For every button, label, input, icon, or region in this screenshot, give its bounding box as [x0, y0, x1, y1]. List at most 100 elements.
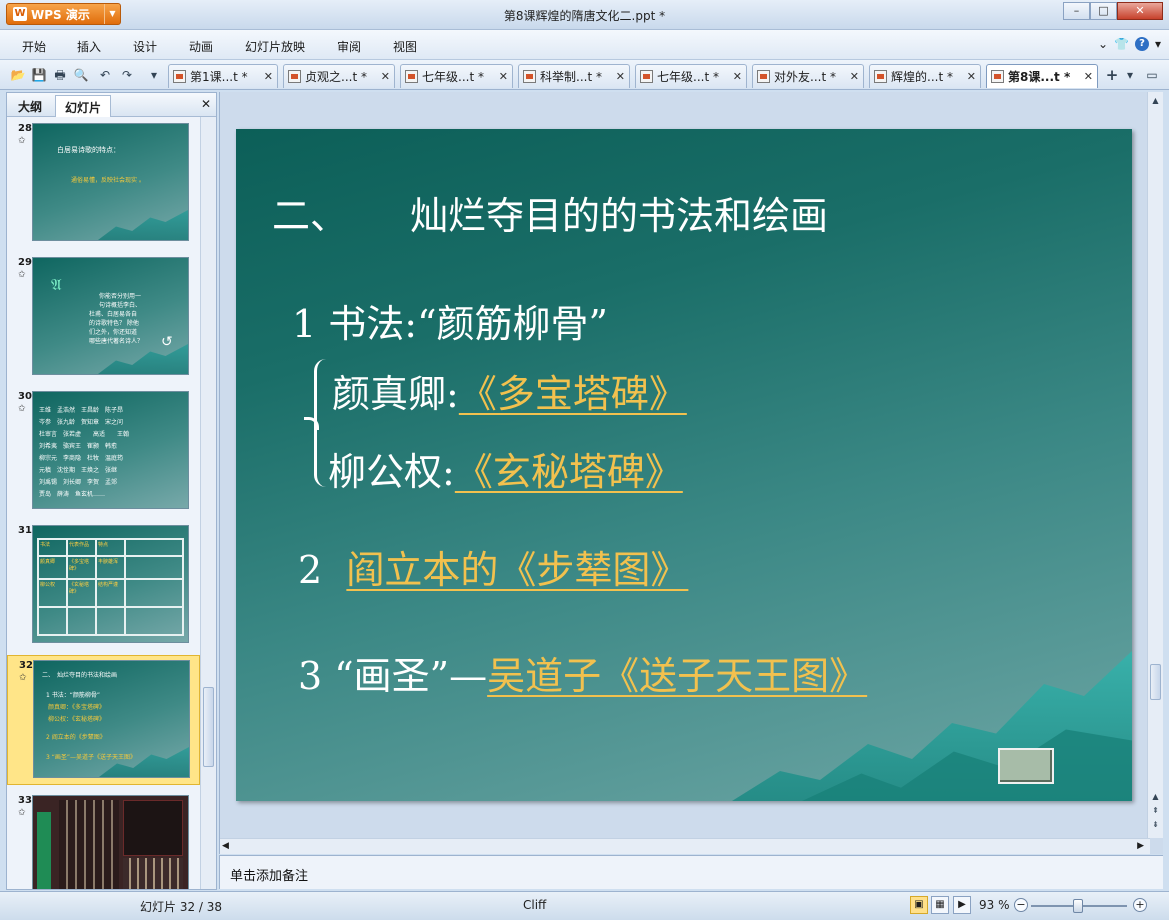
thumb-text: 元稹 沈佺期 王焕之 张继	[39, 467, 118, 474]
thumb-text: 通俗易懂，反映社会现实 。	[71, 177, 145, 184]
action-button[interactable]	[998, 748, 1054, 784]
save-icon[interactable]: 💾	[31, 67, 47, 83]
document-tab[interactable]: 科举制...t * ✕	[518, 64, 630, 88]
document-tab[interactable]: 七年级...t * ✕	[635, 64, 747, 88]
zoom-level: 93 %	[979, 898, 1010, 912]
calligraphy-image-thumbnail	[32, 795, 189, 889]
quick-access-toolbar: 📂 💾 🖶 🔍 ↶ ↷ ▾ 第1课...t * ✕ 贞观之...t * ✕ 七年…	[0, 60, 1169, 90]
skin-shirt-icon[interactable]: 👕	[1114, 37, 1129, 51]
slide-thumbnail-selected[interactable]: 32 ✩ 二、 灿烂夺目的书法和绘画 1 书法：“颜筋柳骨” 颜真卿：《多宝塔碑…	[7, 655, 200, 785]
menu-item-animation[interactable]: 动画	[189, 38, 213, 55]
slide-thumbnail[interactable]: 30 ✩ 王维 孟浩然 王昌龄 陈子昂 岑参 张九龄 贺知章 宋之问 杜审言 张…	[7, 387, 200, 515]
calligraphy-item[interactable]: 1 书法:“颜筋柳骨”	[292, 293, 608, 348]
zoom-slider-handle[interactable]	[1073, 899, 1083, 913]
menu-item-home[interactable]: 开始	[22, 38, 46, 55]
scroll-left-icon[interactable]: ◀	[222, 841, 229, 851]
scroll-right-icon[interactable]: ▶	[1137, 841, 1144, 851]
new-tab-plus-icon[interactable]: +	[1104, 67, 1120, 83]
thumb-table-cell	[125, 579, 183, 608]
thumb-text: 二、 灿烂夺目的书法和绘画	[42, 672, 118, 679]
menu-item-design[interactable]: 设计	[133, 38, 157, 55]
scroll-up-icon[interactable]: ▲	[1150, 792, 1161, 801]
current-slide[interactable]: 二、 灿烂夺目的的书法和绘画 1 书法:“颜筋柳骨” 颜真卿:《多宝塔碑》 柳公权…	[236, 129, 1132, 801]
document-tab[interactable]: 贞观之...t * ✕	[283, 64, 395, 88]
document-tab-active[interactable]: 第8课...t * ✕	[986, 64, 1098, 88]
close-tab-icon[interactable]: ✕	[264, 70, 273, 83]
document-tab[interactable]: 对外友...t * ✕	[752, 64, 864, 88]
notes-pane[interactable]: 单击添加备注	[219, 855, 1163, 889]
undo-icon[interactable]: ↶	[97, 67, 113, 83]
thumbnail-scrollbar[interactable]	[200, 117, 216, 889]
document-tab[interactable]: 七年级...t * ✕	[400, 64, 513, 88]
next-slide-icon[interactable]: ⇟	[1150, 820, 1161, 829]
help-icon[interactable]: ?	[1134, 37, 1149, 51]
thumb-text: 杜审言 张若虚 高适 王翰	[39, 431, 130, 438]
slide-number: 31	[18, 525, 32, 536]
transition-star-icon: ✩	[18, 404, 26, 414]
chevron-down-icon[interactable]: ▾	[1122, 67, 1138, 83]
liu-gongquan-line[interactable]: 柳公权:《玄秘塔碑》	[328, 441, 683, 496]
menu-item-view[interactable]: 视图	[393, 38, 417, 55]
yan-zhenqing-line[interactable]: 颜真卿:《多宝塔碑》	[332, 363, 687, 418]
menu-item-insert[interactable]: 插入	[77, 38, 101, 55]
painting-sage-item[interactable]: 3 “画圣”—吴道子《送子天王图》	[298, 645, 867, 700]
print-preview-icon[interactable]: 🔍	[73, 67, 89, 83]
editor-vertical-scrollbar[interactable]: ▲ ▲ ⇞ ⇟	[1147, 92, 1163, 838]
thumb-text: 颜真卿：《多宝塔碑》	[48, 704, 106, 711]
buniantu-link[interactable]: 阎立本的《步辇图》	[346, 548, 688, 592]
slide-thumbnail[interactable]: 28 ✩ 白居易诗歌的特点： 通俗易懂，反映社会现实 。	[7, 119, 200, 247]
normal-view-button[interactable]: ▣	[910, 896, 928, 914]
editor-horizontal-scrollbar[interactable]: ◀ ▶	[220, 838, 1150, 854]
close-pane-icon[interactable]: ✕	[201, 97, 211, 111]
thumb-text: 1 书法：“颜筋柳骨”	[46, 692, 100, 699]
scroll-up-icon[interactable]: ▲	[1150, 96, 1161, 105]
close-tab-icon[interactable]: ✕	[499, 70, 508, 83]
xuanmi-pagoda-link[interactable]: 《玄秘塔碑》	[455, 450, 683, 494]
thumb-table-cell	[125, 539, 183, 557]
close-tab-icon[interactable]: ✕	[733, 70, 742, 83]
customize-toolbar-icon[interactable]: ▾	[146, 67, 162, 83]
item-number: 2	[298, 548, 323, 592]
slideshow-view-button[interactable]: ▶	[953, 896, 971, 914]
close-window-button[interactable]: ✕	[1117, 2, 1163, 20]
maximize-button[interactable]: □	[1090, 2, 1117, 20]
tab-outline[interactable]: 大纲	[9, 95, 51, 117]
thumb-table-cell	[125, 556, 183, 580]
status-bar: 幻灯片 32 / 38 Cliff ▣ ▦ ▶ 93 % − +	[0, 891, 1169, 920]
chevron-down-icon[interactable]: ▾	[1155, 37, 1161, 51]
slide-title[interactable]: 二、 灿烂夺目的的书法和绘画	[272, 185, 828, 240]
open-folder-icon[interactable]: 📂	[10, 67, 26, 83]
theme-name: Cliff	[523, 898, 547, 912]
tab-slides[interactable]: 幻灯片	[55, 95, 112, 117]
close-tab-icon[interactable]: ✕	[616, 70, 625, 83]
close-tab-icon[interactable]: ✕	[1084, 70, 1093, 83]
document-tab[interactable]: 辉煌的...t * ✕	[869, 64, 981, 88]
close-tab-icon[interactable]: ✕	[967, 70, 976, 83]
scrollbar-thumb[interactable]	[1150, 664, 1161, 700]
tab-list-icon[interactable]: ▭	[1144, 67, 1160, 83]
slide-thumbnail[interactable]: 33 ✩	[7, 791, 200, 889]
slide-sorter-view-button[interactable]: ▦	[931, 896, 949, 914]
yan-label: 颜真卿:	[332, 372, 459, 416]
redo-icon[interactable]: ↷	[119, 67, 135, 83]
menu-item-review[interactable]: 审阅	[337, 38, 361, 55]
painting-item[interactable]: 2 阎立本的《步辇图》	[298, 539, 688, 594]
zoom-in-button[interactable]: +	[1133, 898, 1147, 912]
close-tab-icon[interactable]: ✕	[850, 70, 859, 83]
minimize-button[interactable]: –	[1063, 2, 1090, 20]
slide-thumbnail[interactable]: 31 书法 代表作品 特点 颜真卿 《多宝塔碑》 丰腴雄浑 柳公权 《玄秘塔碑》…	[7, 521, 200, 649]
print-icon[interactable]: 🖶	[52, 67, 68, 83]
wu-daozi-link[interactable]: 吴道子《送子天王图》	[487, 654, 867, 698]
thumb-text: 3 “画圣”—吴道子《送子天王图》	[46, 754, 136, 761]
zoom-out-button[interactable]: −	[1014, 898, 1028, 912]
collapse-ribbon-icon[interactable]: ⌄	[1098, 37, 1108, 51]
document-tab-label: 第1课...t *	[190, 70, 248, 84]
close-tab-icon[interactable]: ✕	[381, 70, 390, 83]
slide-thumbnail[interactable]: 29 ✩ 𝔄 你能否分别用一 句诗概括李白、 杜甫、白居易各自 的诗歌特色？ 除…	[7, 253, 200, 381]
prev-slide-icon[interactable]: ⇞	[1150, 806, 1161, 815]
duobao-pagoda-link[interactable]: 《多宝塔碑》	[459, 372, 687, 416]
slide-thumbnail-list: 28 ✩ 白居易诗歌的特点： 通俗易懂，反映社会现实 。 29 ✩ 𝔄 你能否分…	[7, 117, 200, 889]
document-tab[interactable]: 第1课...t * ✕	[168, 64, 278, 88]
menu-item-slideshow[interactable]: 幻灯片放映	[245, 38, 305, 55]
thumb-table-cell: 柳公权	[38, 579, 67, 608]
